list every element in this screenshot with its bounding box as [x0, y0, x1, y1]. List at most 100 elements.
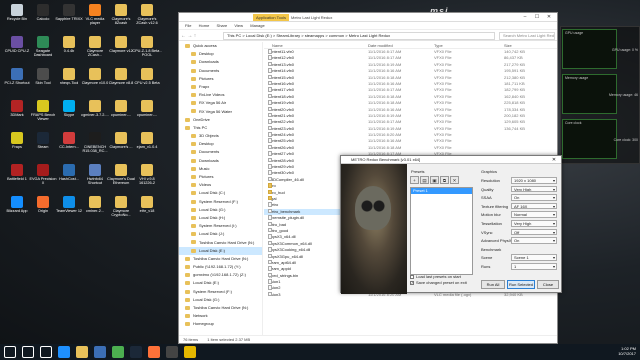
title-bar[interactable]: Application Tools Metro Last Light Redux…	[179, 13, 557, 22]
close-icon[interactable]: ✕	[543, 13, 555, 22]
nav-item[interactable]: Frapx	[179, 83, 262, 91]
setting-dropdown[interactable]: 1	[511, 263, 557, 270]
close-icon[interactable]: ✕	[549, 156, 559, 164]
nav-item[interactable]: Pictures	[179, 173, 262, 181]
desktop-icon[interactable]: Claymore's ZCash v12.6	[132, 3, 162, 31]
nav-item[interactable]: RX Vega 56 Air	[179, 99, 262, 107]
nav-item[interactable]: RxLive Videos	[179, 91, 262, 99]
nav-item[interactable]: Downloads	[179, 157, 262, 165]
new-preset-icon[interactable]: +	[410, 176, 419, 184]
setting-dropdown[interactable]: 1920 x 1080	[511, 177, 557, 184]
nav-item[interactable]: Local Disk (E:)	[179, 279, 262, 287]
nav-item[interactable]: Videos	[179, 181, 262, 189]
save-preset-icon[interactable]: ▣	[430, 176, 439, 184]
ribbon-tab-home[interactable]: Home	[199, 22, 210, 30]
list-item[interactable]: Preset 1	[411, 188, 472, 194]
nav-item[interactable]: System Reserved (F:)	[179, 198, 262, 206]
nav-item[interactable]: OneDrive	[179, 116, 262, 124]
delete-preset-icon[interactable]: ✕	[450, 176, 459, 184]
nav-item[interactable]: Local Disk (G:)	[179, 296, 262, 304]
ribbon-tab-manage[interactable]: Manage	[250, 22, 264, 30]
nav-item[interactable]: Desktop	[179, 50, 262, 58]
open-preset-icon[interactable]: ▤	[420, 176, 429, 184]
nav-item[interactable]: Homegroup	[179, 320, 262, 328]
explorer-icon[interactable]	[76, 346, 88, 358]
nav-item[interactable]: System Reserved (I:)	[179, 222, 262, 230]
maximize-icon[interactable]: ☐	[531, 13, 543, 22]
cmd-icon[interactable]	[166, 346, 178, 358]
forward-arrow-icon[interactable]: →	[187, 33, 192, 39]
nav-item[interactable]: Local Disk (E:)	[179, 246, 262, 255]
setting-dropdown[interactable]: On	[511, 194, 557, 201]
nav-item[interactable]: Local Disk (H:)	[179, 214, 262, 222]
setting-dropdown[interactable]: Scene 1	[511, 254, 557, 261]
desktop-icon-label: cgminer-3.7.2-...	[81, 113, 109, 117]
close-button[interactable]: Close	[537, 280, 559, 289]
up-arrow-icon[interactable]: ↑	[194, 33, 197, 39]
nav-item[interactable]: Documents	[179, 148, 262, 156]
task-view-icon[interactable]	[40, 346, 52, 358]
ribbon-tab-share[interactable]: Share	[217, 22, 228, 30]
run-all-button[interactable]: Run All	[481, 280, 505, 289]
nav-item[interactable]: Public (\\192.168.1.72) (Y:)	[179, 263, 262, 271]
nav-item[interactable]: 3D Objects	[179, 132, 262, 140]
nav-item[interactable]: Music	[179, 165, 262, 173]
nav-item[interactable]: Network	[179, 312, 262, 320]
run-selected-button[interactable]: Run Selected	[507, 280, 535, 289]
preset-list[interactable]: Preset 1	[410, 187, 473, 275]
setting-dropdown[interactable]: Very High	[511, 220, 557, 227]
system-tray-clock[interactable]: 1:02 PM 10/7/2017	[618, 346, 636, 356]
start-icon[interactable]	[4, 346, 16, 358]
search-icon[interactable]	[22, 346, 34, 358]
desktop-icon[interactable]: ethr_v18	[132, 195, 162, 223]
setting-dropdown[interactable]: Very High	[511, 185, 557, 193]
column-date-modified[interactable]: Date modified	[368, 42, 393, 49]
folder-icon	[191, 248, 196, 253]
column-size[interactable]: Size	[504, 42, 512, 49]
checkbox-box[interactable]: ✓	[410, 280, 414, 285]
column-type[interactable]: Type	[434, 42, 443, 49]
address-bar[interactable]: This PC > Local Disk (E:) > SteamLibrary…	[223, 32, 495, 40]
desktop-icon[interactable]: CPU-Z-1.8 Beta - POOL	[132, 35, 162, 63]
desktop-icon[interactable]: cpuminer-...	[132, 99, 162, 127]
nav-item[interactable]: System Reserved (F:)	[179, 288, 262, 296]
back-arrow-icon[interactable]: ←	[181, 33, 186, 39]
setting-dropdown[interactable]: AF 16X	[511, 202, 557, 210]
save-changed-checkbox[interactable]: ✓ Save changed preset on exit	[410, 280, 467, 285]
setting-dropdown[interactable]: On	[511, 237, 557, 244]
copy-preset-icon[interactable]: ⧉	[440, 176, 449, 184]
ribbon-tab-file[interactable]: File	[185, 22, 191, 30]
edge-icon[interactable]	[58, 346, 70, 358]
load-last-checkbox[interactable]: Load last presets on start	[410, 274, 461, 279]
nav-item[interactable]: Quick access	[179, 42, 262, 50]
nav-item[interactable]: Local Disk (G:)	[179, 206, 262, 214]
desktop-icon[interactable]: VHI v.9.8 161226-2	[132, 163, 162, 191]
setting-dropdown[interactable]: Normal	[511, 211, 557, 218]
ribbon-tab-view[interactable]: View	[234, 22, 243, 30]
minimize-icon[interactable]: –	[519, 13, 531, 22]
nav-item[interactable]: Local Disk (J:)	[179, 230, 262, 238]
nav-item[interactable]: Toshiba Canvio Hard Drive (N:)	[179, 304, 262, 312]
nav-item[interactable]: RX Vega 56 Water	[179, 108, 262, 116]
store-icon[interactable]	[94, 346, 106, 358]
nav-item[interactable]: Toshiba Canvio Hard Drive (N:)	[179, 239, 262, 247]
setting-dropdown[interactable]: Off	[511, 228, 557, 236]
nav-item[interactable]: This PC	[179, 124, 262, 132]
nav-item[interactable]: Local Disk (C:)	[179, 189, 262, 197]
checkbox-box[interactable]	[410, 274, 414, 279]
desktop-icon[interactable]: CPU v2.5 Beta	[132, 67, 162, 95]
column-name[interactable]: Name	[272, 42, 283, 49]
search-input[interactable]: Search Metro Last Light Redux	[499, 32, 555, 40]
nav-item[interactable]: Pictures	[179, 75, 262, 83]
desktop-icon[interactable]: ejam_v1.0.4	[132, 131, 162, 159]
nav-item[interactable]: Downloads	[179, 58, 262, 66]
nav-item[interactable]: Documents	[179, 67, 262, 75]
nav-item[interactable]: Toshiba Canvio Hard Drive (N:)	[179, 255, 262, 263]
metro-icon[interactable]	[184, 346, 196, 358]
nav-item[interactable]: gomximo (\\192.168.1.72) (Z:)	[179, 271, 262, 279]
steam-icon[interactable]	[130, 346, 142, 358]
chrome-icon[interactable]	[112, 346, 124, 358]
application-tools-tab[interactable]: Application Tools	[253, 14, 289, 21]
firefox-icon[interactable]	[148, 346, 160, 358]
nav-item[interactable]: Desktop	[179, 140, 262, 148]
